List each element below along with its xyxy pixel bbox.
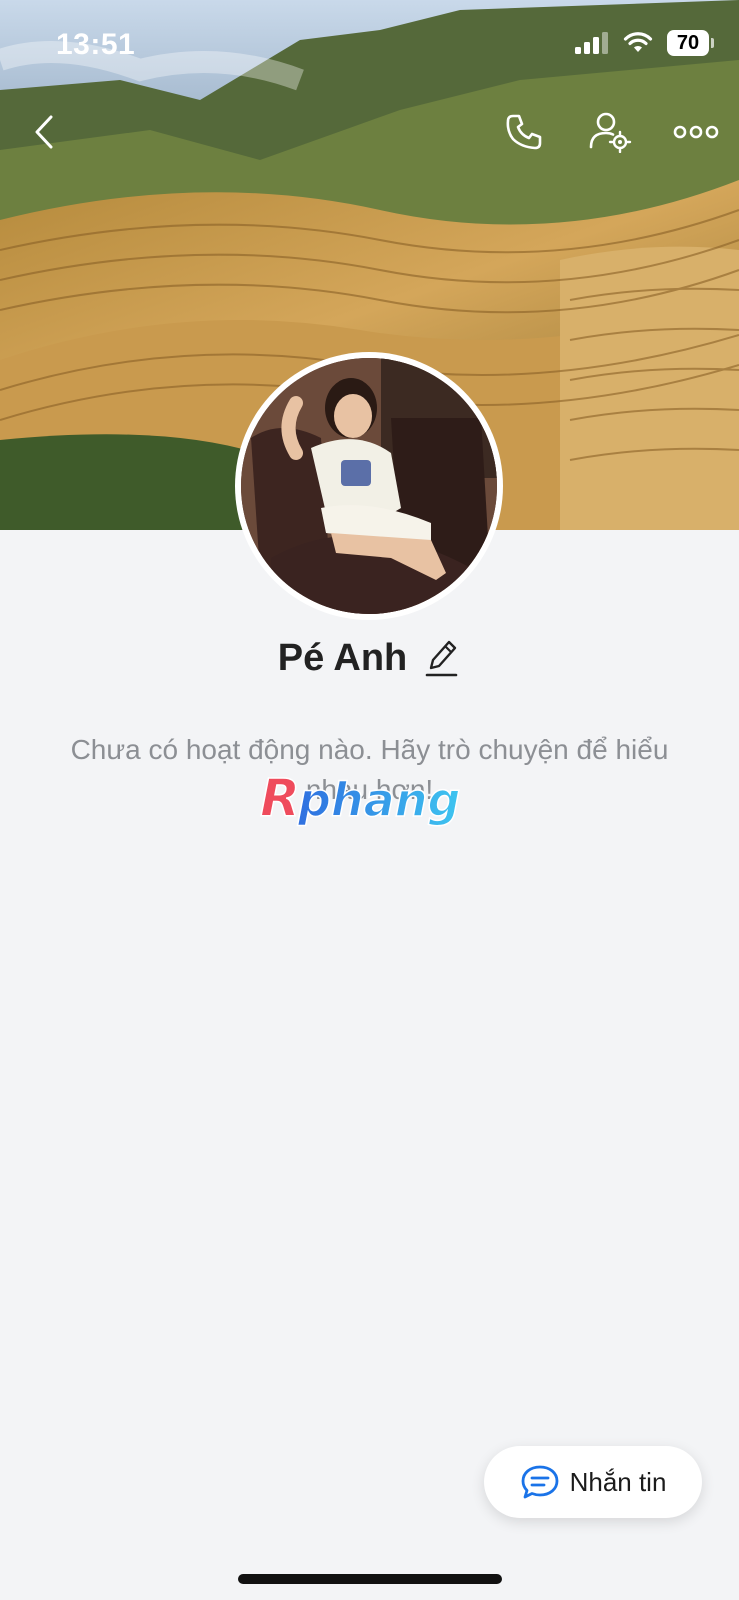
- avatar: [241, 358, 497, 614]
- profile-settings-button[interactable]: [586, 108, 634, 156]
- watermark-logo: R phang: [259, 770, 461, 830]
- more-dots-icon: [673, 125, 719, 139]
- back-button[interactable]: [20, 108, 68, 156]
- status-time: 13:51: [56, 28, 136, 61]
- message-button-label: Nhắn tin: [569, 1466, 667, 1497]
- home-indicator[interactable]: [238, 1574, 502, 1584]
- svg-text:phang: phang: [297, 773, 460, 827]
- more-options-button[interactable]: [672, 108, 720, 156]
- status-indicators: 70: [575, 30, 714, 56]
- avatar-photo: [241, 358, 497, 614]
- profile-name: Pé Anh: [277, 636, 408, 679]
- cellular-signal-icon: [575, 32, 608, 54]
- battery-indicator: 70: [667, 30, 714, 56]
- avatar-frame[interactable]: [235, 352, 503, 620]
- call-button[interactable]: [500, 108, 548, 156]
- svg-text:R: R: [260, 770, 300, 829]
- chat-bubble-icon: [521, 1465, 558, 1499]
- profile-name-row: Pé Anh: [0, 636, 739, 680]
- message-button[interactable]: Nhắn tin: [484, 1446, 702, 1518]
- user-settings-icon: [589, 112, 632, 153]
- wifi-icon: [623, 32, 653, 52]
- pencil-icon: [425, 640, 458, 677]
- edit-name-button[interactable]: [421, 636, 461, 680]
- status-bar: 13:51 70: [0, 0, 739, 90]
- phone-icon: [506, 114, 542, 150]
- back-chevron-icon: [35, 115, 53, 149]
